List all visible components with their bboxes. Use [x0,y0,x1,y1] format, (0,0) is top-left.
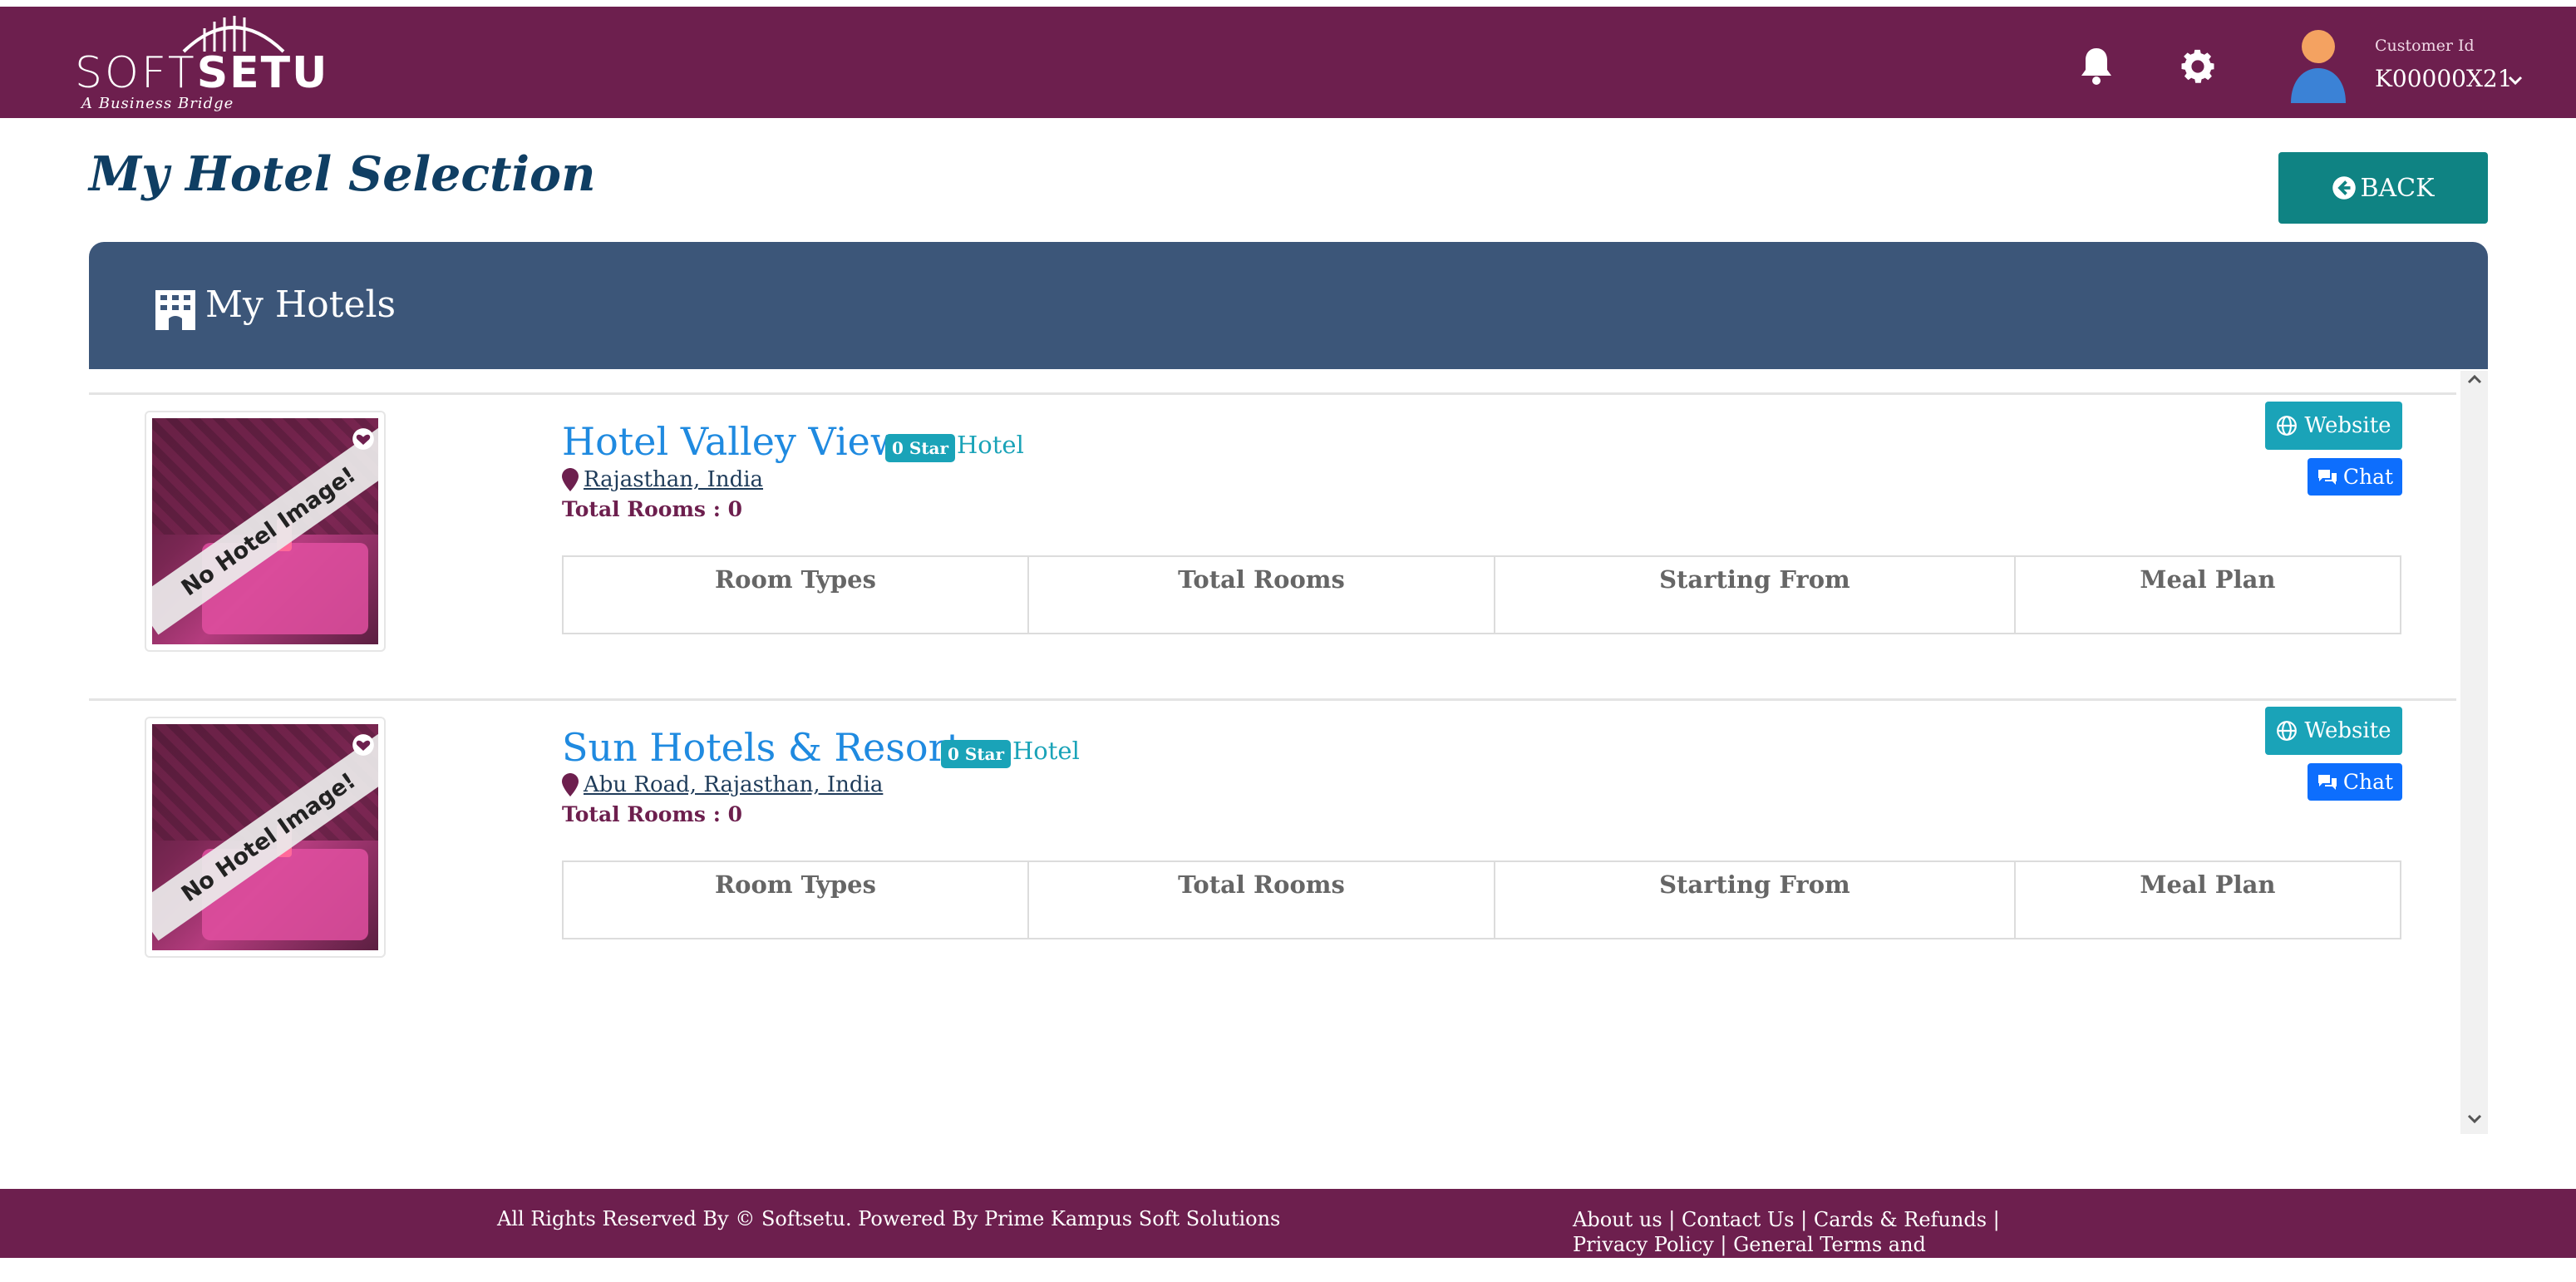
back-button[interactable]: BACK [2278,152,2488,224]
footer-separator: | [1713,1233,1734,1256]
room-table: Room Types Total Rooms Starting From Mea… [562,860,2401,939]
card-title: My Hotels [205,284,396,326]
scroll-up-icon[interactable] [2466,372,2483,386]
hotel-type-label: Hotel [1012,737,1080,765]
website-button-label: Website [2304,413,2391,438]
starting-from-header: Starting From [1495,862,2016,938]
logo-wordmark: SOFTSETU [75,48,328,98]
my-hotels-card-header: My Hotels [89,242,2488,369]
total-rooms: Total Rooms : 0 [562,497,743,521]
scroll-down-icon[interactable] [2466,1112,2483,1126]
back-button-label: BACK [2360,173,2435,203]
room-table: Room Types Total Rooms Starting From Mea… [562,555,2401,634]
hotel-type-label: Hotel [957,431,1024,459]
hotel-name-link[interactable]: Sun Hotels & Resorts [562,725,982,770]
row-divider [89,698,2456,701]
globe-icon [2277,721,2298,741]
footer-separator: | [1987,1208,2000,1231]
user-avatar[interactable] [2288,28,2349,103]
total-rooms: Total Rooms : 0 [562,802,743,826]
footer-link-privacy[interactable]: Privacy Policy [1573,1233,1714,1256]
logo-setu: SETU [196,48,329,98]
hotel-location-text: Abu Road, Rajasthan, India [584,772,884,797]
heart-icon[interactable] [352,734,375,756]
hotel-location-link[interactable]: Abu Road, Rajasthan, India [562,772,883,797]
footer-link-contact[interactable]: Contact Us [1682,1208,1794,1231]
customer-id-label: Customer Id [2375,37,2475,55]
chevron-down-icon[interactable] [2508,75,2523,86]
website-button[interactable]: Website [2265,402,2402,450]
customer-id-value[interactable]: K00000X21 [2375,65,2513,92]
heart-icon[interactable] [352,428,375,450]
chat-button[interactable]: Chat [2308,458,2402,496]
website-button[interactable]: Website [2265,707,2402,755]
total-rooms-header: Total Rooms [1029,557,1495,633]
gear-icon[interactable] [2176,45,2219,88]
chat-icon [2317,469,2337,485]
globe-icon [2277,416,2298,436]
hotel-image[interactable]: No Hotel Image! [145,411,386,652]
meal-plan-header: Meal Plan [2140,565,2276,594]
logo-arch-graphic [182,16,285,53]
page-title: My Hotel Selection [89,146,596,202]
map-marker-icon [562,773,579,796]
total-rooms-header: Total Rooms [1029,862,1495,938]
room-types-header: Room Types [564,557,1029,633]
website-button-label: Website [2304,718,2391,743]
bell-icon[interactable] [2076,45,2116,88]
hotel-location-link[interactable]: Rajasthan, India [562,467,763,492]
logo-tagline: A Business Bridge [81,95,234,112]
footer-links: About us | Contact Us | Cards & Refunds … [1573,1207,2038,1282]
hotel-image[interactable]: No Hotel Image! [145,717,386,958]
star-rating-badge: 0 Star [941,740,1012,768]
top-header: SOFTSETU A Business Bridge Customer Id K… [0,7,2576,118]
footer-link-about[interactable]: About us [1573,1208,1662,1231]
hotel-image-placeholder: No Hotel Image! [152,418,378,644]
footer: All Rights Reserved By © Softsetu. Power… [0,1189,2576,1281]
chat-icon [2317,774,2337,790]
hotel-name-link[interactable]: Hotel Valley View [562,419,903,464]
chat-button-label: Chat [2342,770,2394,794]
footer-separator: | [1662,1208,1682,1231]
arrow-circle-left-icon [2332,176,2357,200]
star-rating-badge: 0 Star [885,434,956,462]
hotel-location-text: Rajasthan, India [584,467,764,492]
starting-from-header: Starting From [1495,557,2016,633]
map-marker-icon [562,468,579,491]
building-icon [155,290,195,330]
room-types-header: Room Types [564,862,1029,938]
footer-separator: | [1794,1208,1814,1231]
chat-button-label: Chat [2342,465,2394,489]
logo-soft: SOFT [75,48,197,98]
footer-link-refunds[interactable]: Cards & Refunds [1814,1208,1987,1231]
hotel-image-placeholder: No Hotel Image! [152,724,378,950]
row-divider [89,392,2456,395]
scrollbar[interactable] [2460,371,2488,1134]
chat-button[interactable]: Chat [2308,763,2402,801]
footer-copyright: All Rights Reserved By © Softsetu. Power… [497,1207,1281,1230]
softsetu-logo[interactable]: SOFTSETU A Business Bridge [73,7,327,118]
meal-plan-header: Meal Plan [2140,870,2276,899]
